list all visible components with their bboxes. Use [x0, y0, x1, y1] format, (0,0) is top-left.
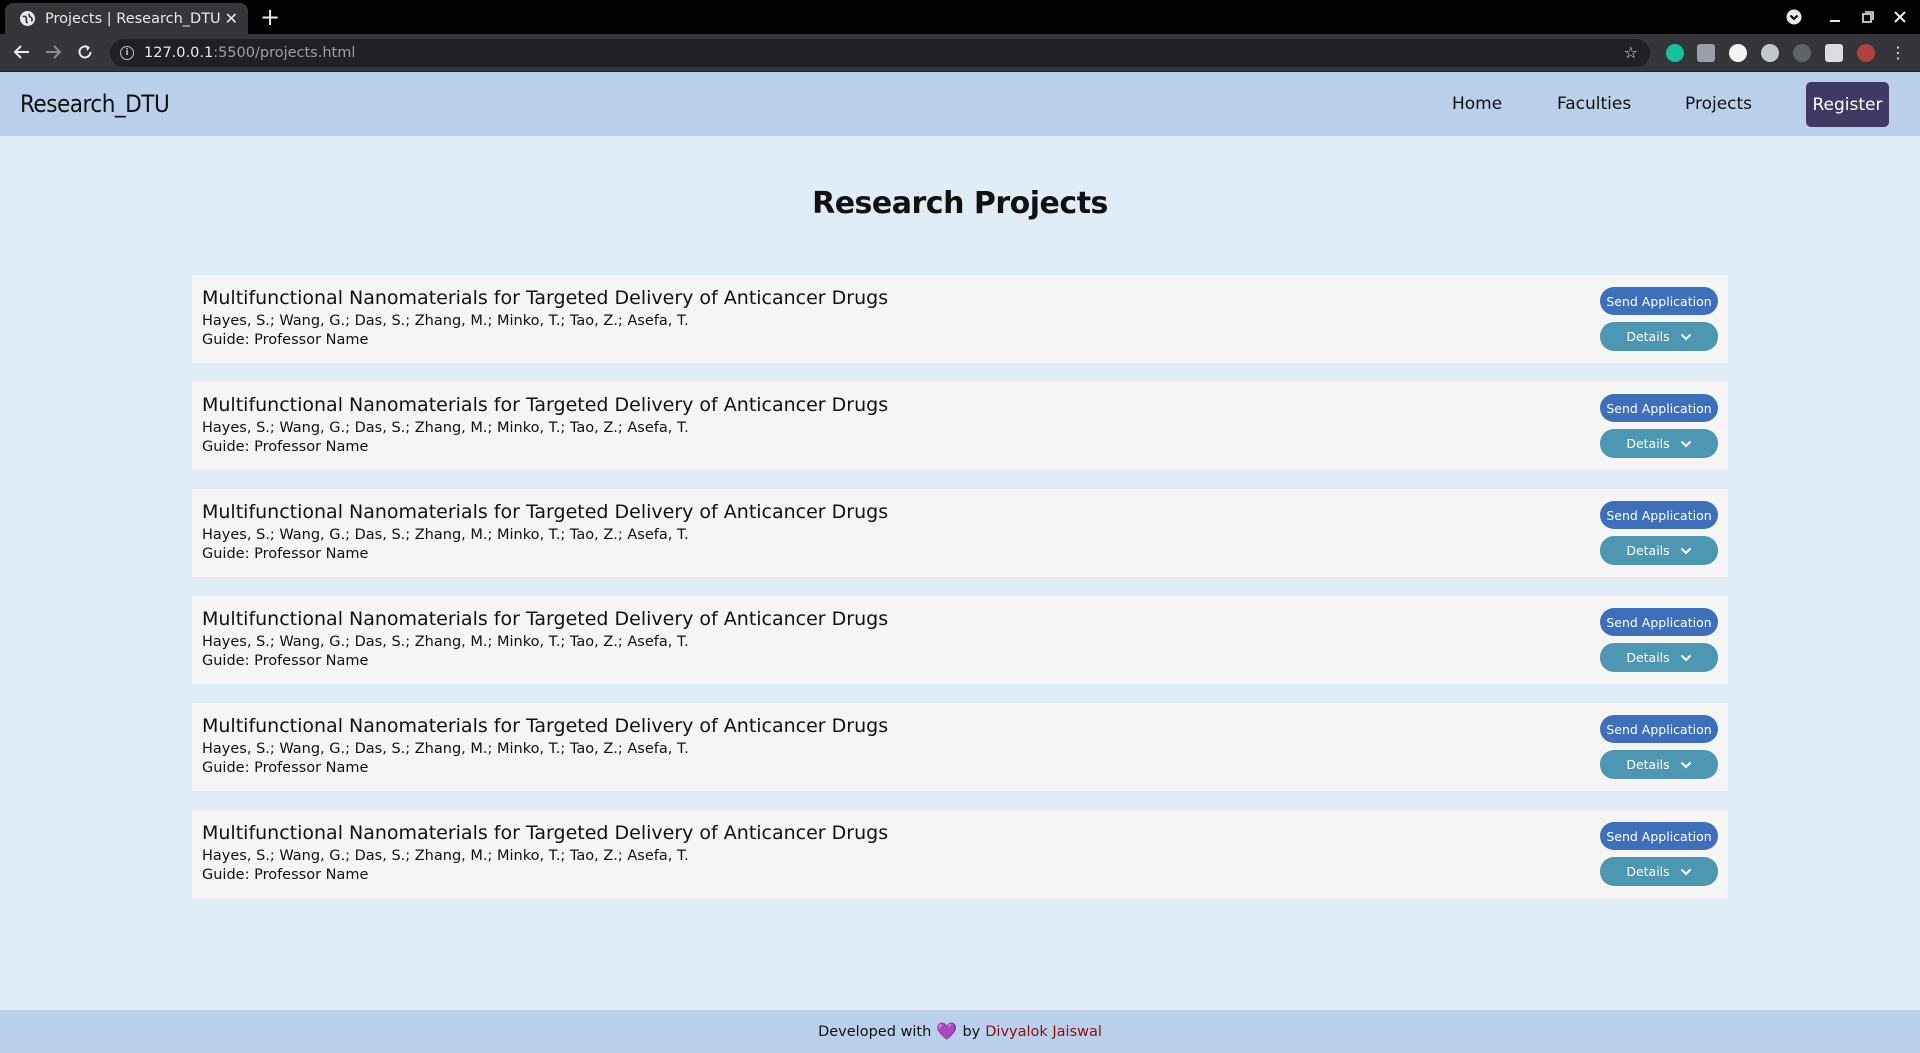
- window-close-icon[interactable]: [1894, 6, 1906, 28]
- url-path: :5500/projects.html: [213, 45, 356, 61]
- project-title: Multifunctional Nanomaterials for Target…: [202, 394, 889, 416]
- send-application-button[interactable]: Send Application: [1600, 394, 1718, 422]
- heart-icon: 💜: [936, 1021, 958, 1042]
- project-authors: Hayes, S.; Wang, G.; Das, S.; Zhang, M.;…: [202, 420, 689, 436]
- project-title: Multifunctional Nanomaterials for Target…: [202, 501, 889, 523]
- project-title: Multifunctional Nanomaterials for Target…: [202, 715, 889, 737]
- nav-link-projects[interactable]: Projects: [1685, 94, 1752, 114]
- address-bar[interactable]: i 127.0.0.1:5500/projects.html ☆: [110, 39, 1650, 67]
- nav-link-faculties[interactable]: Faculties: [1557, 94, 1631, 114]
- project-title: Multifunctional Nanomaterials for Target…: [202, 822, 889, 844]
- details-button[interactable]: Details: [1600, 536, 1718, 565]
- project-guide: Guide: Professor Name: [202, 439, 369, 455]
- globe-icon: [20, 11, 35, 26]
- register-button[interactable]: Register: [1806, 82, 1889, 127]
- reload-icon[interactable]: [75, 43, 95, 63]
- restore-icon[interactable]: [1862, 6, 1874, 28]
- details-button[interactable]: Details: [1600, 322, 1718, 351]
- kebab-menu-icon[interactable]: ⋮: [1890, 44, 1906, 62]
- site-footer: Developed with 💜 by Divyalok Jaiswal: [0, 1010, 1920, 1053]
- profile-avatar[interactable]: [1857, 44, 1875, 62]
- close-icon[interactable]: ✕: [225, 9, 238, 28]
- forward-arrow-icon[interactable]: [43, 43, 63, 63]
- project-title: Multifunctional Nanomaterials for Target…: [202, 608, 889, 630]
- details-button[interactable]: Details: [1600, 857, 1718, 886]
- circle-extension-icon[interactable]: [1729, 44, 1747, 62]
- chevron-down-icon: [1680, 761, 1692, 769]
- nav-link-home[interactable]: Home: [1452, 94, 1502, 114]
- details-label: Details: [1626, 757, 1670, 772]
- new-tab-button[interactable]: +: [260, 4, 280, 30]
- bookmark-star-icon[interactable]: ☆: [1624, 43, 1638, 62]
- project-authors: Hayes, S.; Wang, G.; Das, S.; Zhang, M.;…: [202, 634, 689, 650]
- details-button[interactable]: Details: [1600, 643, 1718, 672]
- details-label: Details: [1626, 329, 1670, 344]
- details-label: Details: [1626, 543, 1670, 558]
- project-card: Multifunctional Nanomaterials for Target…: [192, 382, 1728, 470]
- project-authors: Hayes, S.; Wang, G.; Das, S.; Zhang, M.;…: [202, 313, 689, 329]
- info-icon[interactable]: i: [120, 46, 134, 60]
- chevron-down-icon: [1680, 654, 1692, 662]
- project-guide: Guide: Professor Name: [202, 867, 369, 883]
- project-authors: Hayes, S.; Wang, G.; Das, S.; Zhang, M.;…: [202, 848, 689, 864]
- details-label: Details: [1626, 436, 1670, 451]
- browser-toolbar: i 127.0.0.1:5500/projects.html ☆: [0, 34, 1920, 72]
- send-application-button[interactable]: Send Application: [1600, 822, 1718, 850]
- project-guide: Guide: Professor Name: [202, 653, 369, 669]
- profile-menu-icon[interactable]: [1786, 6, 1802, 28]
- puzzle-extensions-icon[interactable]: [1825, 44, 1843, 62]
- project-card: Multifunctional Nanomaterials for Target…: [192, 275, 1728, 363]
- alarm-extension-icon[interactable]: [1793, 44, 1811, 62]
- details-button[interactable]: Details: [1600, 429, 1718, 458]
- react-extension-icon[interactable]: [1761, 44, 1779, 62]
- project-card: Multifunctional Nanomaterials for Target…: [192, 810, 1728, 898]
- url-host: 127.0.0.1: [144, 45, 214, 61]
- browser-tab[interactable]: Projects | Research_DTU ✕: [5, 3, 248, 34]
- send-application-button[interactable]: Send Application: [1600, 715, 1718, 743]
- project-authors: Hayes, S.; Wang, G.; Das, S.; Zhang, M.;…: [202, 527, 689, 543]
- site-navbar: Research_DTU Home Faculties Projects Reg…: [0, 72, 1920, 136]
- project-guide: Guide: Professor Name: [202, 546, 369, 562]
- project-card: Multifunctional Nanomaterials for Target…: [192, 596, 1728, 684]
- footer-by: by: [962, 1023, 981, 1040]
- footer-author-link[interactable]: Divyalok Jaiswal: [985, 1024, 1102, 1040]
- back-arrow-icon[interactable]: [12, 43, 32, 63]
- chevron-down-icon: [1680, 868, 1692, 876]
- chevron-down-icon: [1680, 333, 1692, 341]
- camera-extension-icon[interactable]: [1697, 44, 1715, 62]
- send-application-button[interactable]: Send Application: [1600, 287, 1718, 315]
- project-guide: Guide: Professor Name: [202, 332, 369, 348]
- grammarly-extension-icon[interactable]: [1666, 44, 1684, 62]
- project-guide: Guide: Professor Name: [202, 760, 369, 776]
- details-button[interactable]: Details: [1600, 750, 1718, 779]
- project-card: Multifunctional Nanomaterials for Target…: [192, 489, 1728, 577]
- site-brand[interactable]: Research_DTU: [20, 90, 170, 118]
- browser-tab-bar: Projects | Research_DTU ✕ +: [0, 0, 1920, 34]
- details-label: Details: [1626, 864, 1670, 879]
- footer-prefix: Developed with: [818, 1023, 932, 1040]
- project-title: Multifunctional Nanomaterials for Target…: [202, 287, 889, 309]
- page-title: Research Projects: [812, 186, 1108, 221]
- details-label: Details: [1626, 650, 1670, 665]
- tab-title: Projects | Research_DTU: [45, 10, 221, 27]
- minimize-icon[interactable]: [1829, 6, 1841, 28]
- project-authors: Hayes, S.; Wang, G.; Das, S.; Zhang, M.;…: [202, 741, 689, 757]
- send-application-button[interactable]: Send Application: [1600, 608, 1718, 636]
- chevron-down-icon: [1680, 547, 1692, 555]
- project-card: Multifunctional Nanomaterials for Target…: [192, 703, 1728, 791]
- send-application-button[interactable]: Send Application: [1600, 501, 1718, 529]
- chevron-down-icon: [1680, 440, 1692, 448]
